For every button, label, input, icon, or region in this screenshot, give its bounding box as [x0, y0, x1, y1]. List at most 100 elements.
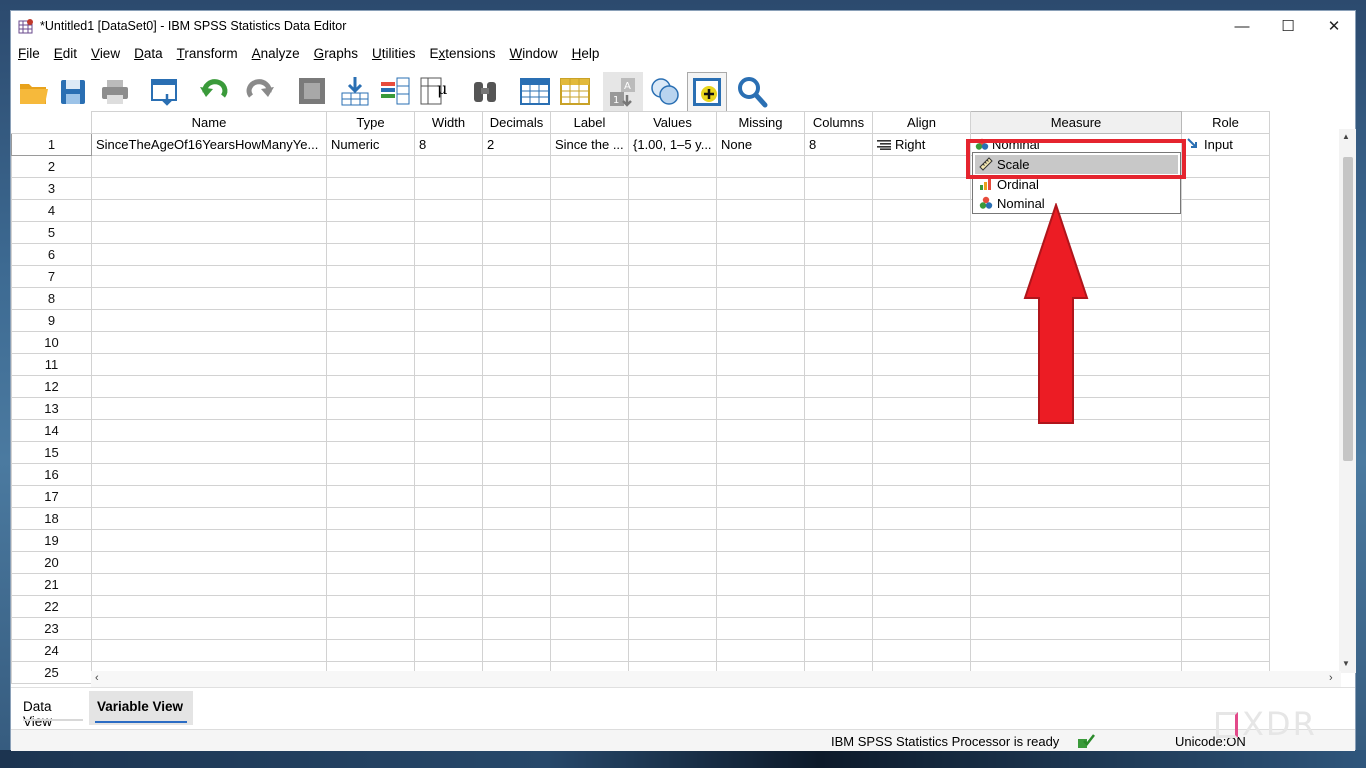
empty-cell[interactable]: [1181, 573, 1270, 596]
empty-cell[interactable]: [1181, 551, 1270, 574]
open-folder-icon[interactable]: [17, 74, 49, 108]
empty-cell[interactable]: [1181, 221, 1270, 244]
empty-cell[interactable]: [326, 331, 415, 354]
empty-cell[interactable]: [872, 639, 971, 662]
empty-cell[interactable]: [482, 309, 551, 332]
empty-cell[interactable]: [550, 617, 629, 640]
header-type[interactable]: Type: [326, 111, 415, 134]
empty-cell[interactable]: [804, 199, 873, 222]
minimize-button[interactable]: —: [1219, 11, 1265, 41]
empty-cell[interactable]: [482, 155, 551, 178]
empty-cell[interactable]: [1181, 265, 1270, 288]
empty-cell[interactable]: [482, 551, 551, 574]
print-icon[interactable]: [99, 74, 131, 108]
header-decimals[interactable]: Decimals: [482, 111, 551, 134]
menu-help[interactable]: Help: [565, 44, 607, 66]
empty-cell[interactable]: [91, 595, 327, 618]
empty-cell[interactable]: [716, 441, 805, 464]
empty-cell[interactable]: [628, 595, 717, 618]
empty-cell[interactable]: [414, 419, 483, 442]
empty-cell[interactable]: [414, 265, 483, 288]
empty-cell[interactable]: [716, 177, 805, 200]
maximize-button[interactable]: ☐: [1265, 11, 1311, 41]
row-number[interactable]: 20: [11, 551, 92, 574]
empty-cell[interactable]: [550, 441, 629, 464]
empty-cell[interactable]: [804, 419, 873, 442]
empty-cell[interactable]: [414, 529, 483, 552]
empty-cell[interactable]: [482, 243, 551, 266]
row-number[interactable]: 19: [11, 529, 92, 552]
empty-cell[interactable]: [804, 551, 873, 574]
empty-cell[interactable]: [550, 287, 629, 310]
empty-cell[interactable]: [716, 639, 805, 662]
insert-variable-icon[interactable]: [559, 74, 591, 108]
cell-values[interactable]: {1.00, 1–5 y...: [628, 133, 717, 156]
empty-cell[interactable]: [326, 617, 415, 640]
empty-cell[interactable]: [550, 639, 629, 662]
empty-cell[interactable]: [91, 529, 327, 552]
scroll-down-icon[interactable]: ▼: [1342, 659, 1350, 668]
empty-cell[interactable]: [872, 551, 971, 574]
empty-cell[interactable]: [91, 507, 327, 530]
empty-cell[interactable]: [326, 221, 415, 244]
empty-cell[interactable]: [326, 243, 415, 266]
empty-cell[interactable]: [872, 485, 971, 508]
variables-icon[interactable]: [379, 74, 411, 108]
empty-cell[interactable]: [716, 507, 805, 530]
empty-cell[interactable]: [91, 287, 327, 310]
empty-cell[interactable]: [550, 331, 629, 354]
row-number[interactable]: 6: [11, 243, 92, 266]
menu-transform[interactable]: Transform: [170, 44, 245, 66]
menu-view[interactable]: View: [84, 44, 127, 66]
empty-cell[interactable]: [482, 287, 551, 310]
empty-cell[interactable]: [872, 419, 971, 442]
empty-cell[interactable]: [414, 573, 483, 596]
row-number[interactable]: 14: [11, 419, 92, 442]
empty-cell[interactable]: [716, 375, 805, 398]
empty-cell[interactable]: [482, 529, 551, 552]
empty-cell[interactable]: [326, 485, 415, 508]
empty-cell[interactable]: [716, 573, 805, 596]
empty-cell[interactable]: [550, 375, 629, 398]
empty-cell[interactable]: [872, 595, 971, 618]
empty-cell[interactable]: [716, 155, 805, 178]
empty-cell[interactable]: [1181, 419, 1270, 442]
empty-cell[interactable]: [550, 199, 629, 222]
empty-cell[interactable]: [482, 221, 551, 244]
empty-cell[interactable]: [872, 287, 971, 310]
empty-cell[interactable]: [1181, 375, 1270, 398]
empty-cell[interactable]: [550, 419, 629, 442]
empty-cell[interactable]: [872, 331, 971, 354]
empty-cell[interactable]: [872, 375, 971, 398]
empty-cell[interactable]: [628, 353, 717, 376]
select-cases-button[interactable]: [687, 72, 727, 112]
empty-cell[interactable]: [804, 243, 873, 266]
empty-cell[interactable]: [872, 177, 971, 200]
empty-cell[interactable]: [482, 419, 551, 442]
empty-cell[interactable]: [414, 507, 483, 530]
empty-cell[interactable]: [1181, 639, 1270, 662]
empty-cell[interactable]: [804, 375, 873, 398]
empty-cell[interactable]: [326, 441, 415, 464]
menu-graphs[interactable]: Graphs: [307, 44, 365, 66]
empty-cell[interactable]: [550, 595, 629, 618]
empty-cell[interactable]: [1181, 199, 1270, 222]
empty-cell[interactable]: [872, 353, 971, 376]
empty-cell[interactable]: [628, 375, 717, 398]
empty-cell[interactable]: [804, 595, 873, 618]
row-number[interactable]: 15: [11, 441, 92, 464]
empty-cell[interactable]: [716, 199, 805, 222]
empty-cell[interactable]: [628, 441, 717, 464]
empty-cell[interactable]: [1181, 595, 1270, 618]
empty-cell[interactable]: [628, 199, 717, 222]
empty-cell[interactable]: [482, 441, 551, 464]
empty-cell[interactable]: [482, 177, 551, 200]
empty-cell[interactable]: [628, 265, 717, 288]
empty-cell[interactable]: [91, 617, 327, 640]
empty-cell[interactable]: [414, 397, 483, 420]
empty-cell[interactable]: [628, 419, 717, 442]
empty-cell[interactable]: [716, 529, 805, 552]
empty-cell[interactable]: [91, 177, 327, 200]
empty-cell[interactable]: [716, 595, 805, 618]
row-number[interactable]: 12: [11, 375, 92, 398]
